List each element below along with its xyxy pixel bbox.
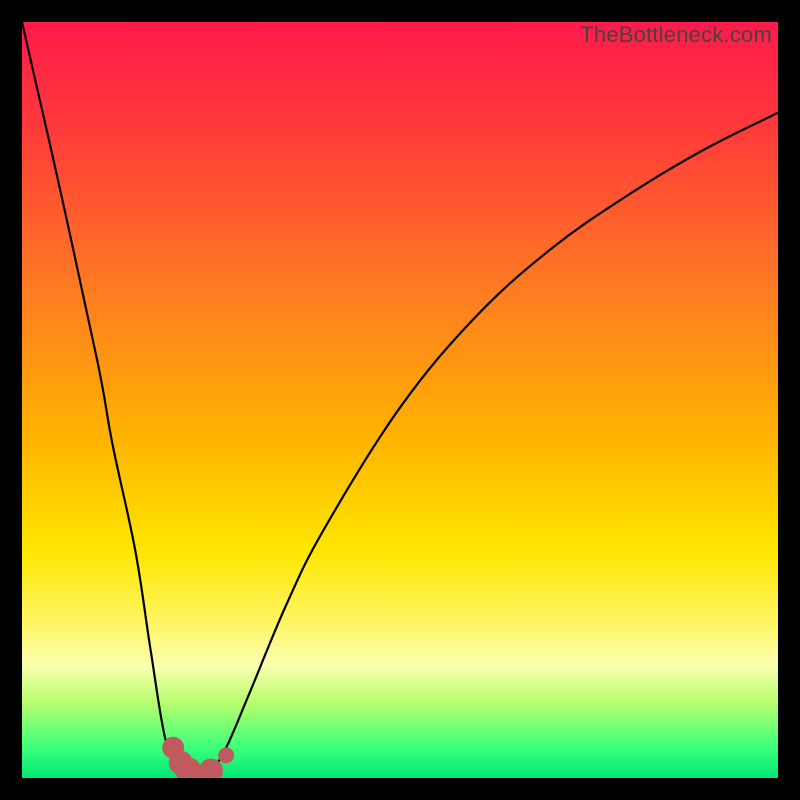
curve <box>22 22 778 778</box>
plot-area: TheBottleneck.com <box>22 22 778 778</box>
attribution-text: TheBottleneck.com <box>580 22 772 48</box>
marker-dot <box>218 747 234 763</box>
highlight-markers <box>162 737 234 778</box>
curve-layer <box>22 22 778 778</box>
chart-frame: TheBottleneck.com <box>0 0 800 800</box>
